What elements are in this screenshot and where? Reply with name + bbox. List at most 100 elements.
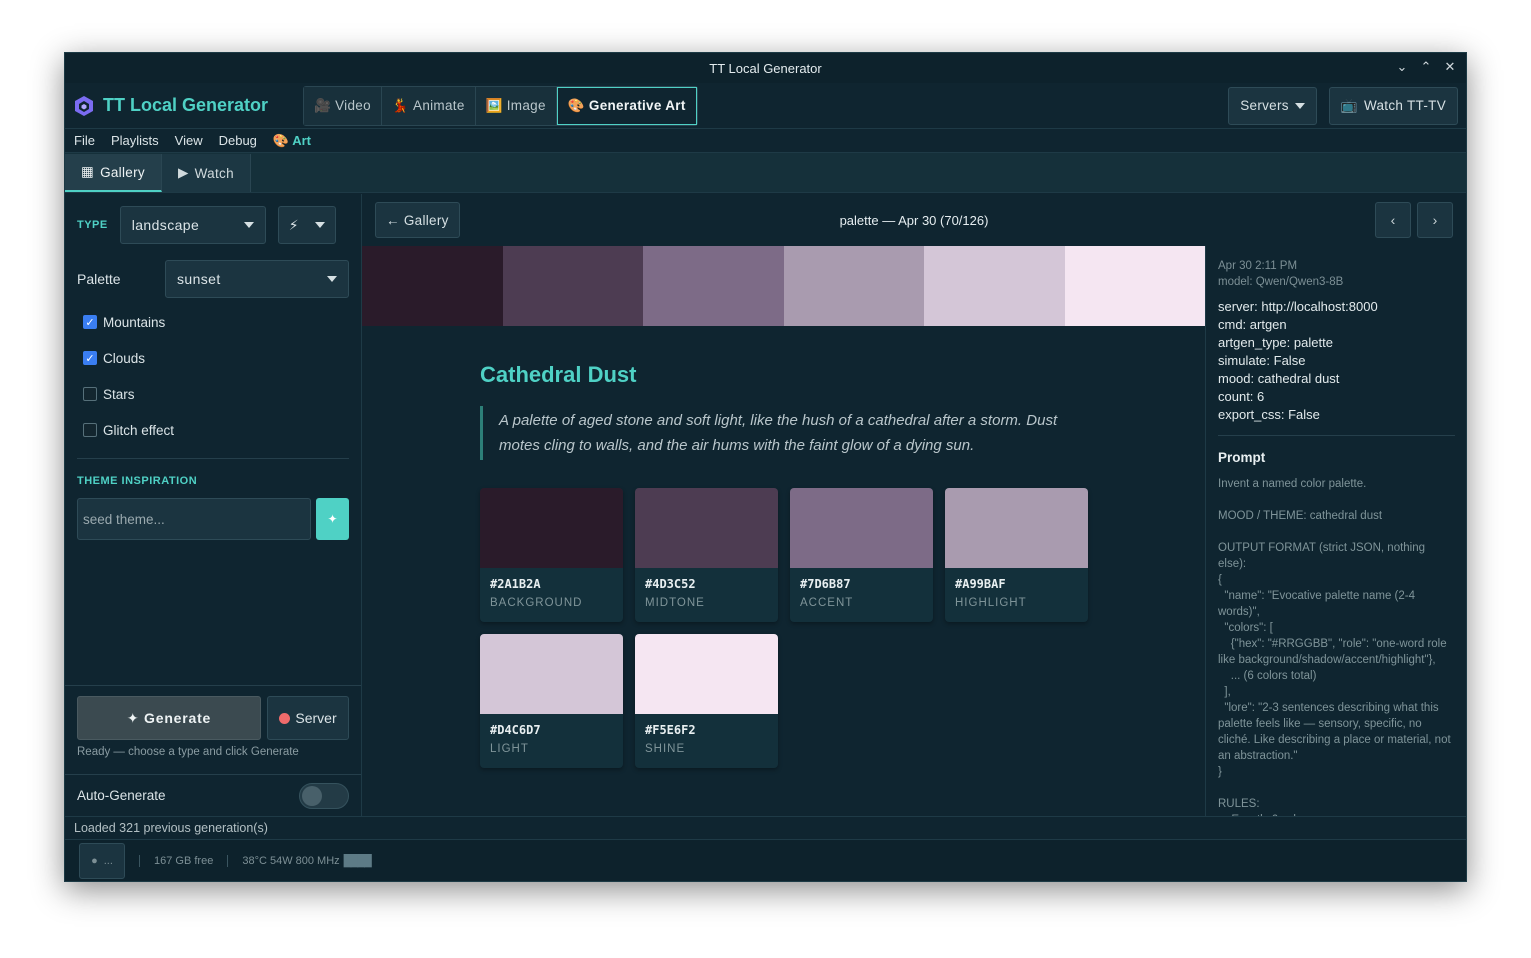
generated-date: Apr 30 2:11 PM	[1218, 260, 1298, 272]
menu-debug[interactable]: Debug	[219, 133, 257, 148]
back-to-gallery-button[interactable]: ← Gallery	[375, 202, 460, 238]
color-card[interactable]: #A99BAF HIGHLIGHT	[945, 488, 1088, 622]
info-panel: Apr 30 2:11 PM model: Qwen/Qwen3-8B serv…	[1205, 246, 1466, 816]
type-select[interactable]: landscape	[119, 206, 266, 244]
color-role: BACKGROUND	[490, 597, 583, 609]
color-cards: #2A1B2A BACKGROUND #4D3C52 MIDTONE #7D6B87 AC…	[480, 488, 1100, 768]
checkbox-empty-icon	[83, 423, 97, 437]
strip-swatch	[643, 246, 784, 326]
palette-value: sunset	[177, 271, 221, 287]
menu-art[interactable]: 🎨 Art	[273, 133, 311, 149]
window-title: TT Local Generator	[709, 60, 822, 76]
system-bar: ●... 167 GB free 38°C 54W 800 MHz ████	[65, 840, 1466, 881]
color-role: SHINE	[645, 743, 686, 755]
minimize-icon[interactable]: ⌄	[1394, 59, 1410, 75]
status-bar: Loaded 321 previous generation(s)	[65, 816, 1466, 840]
lightning-icon: ⚡	[288, 216, 299, 233]
prompt-text: Invent a named color palette. MOOD / THE…	[1218, 478, 1451, 816]
type-value: landscape	[131, 217, 200, 233]
auto-generate-label: Auto-Generate	[77, 788, 166, 803]
generate-button[interactable]: ✦ Generate	[77, 696, 261, 740]
param-line: count: 6	[1218, 389, 1265, 404]
color-swatch	[480, 488, 623, 568]
app-header: TT Local Generator 🎥 Video 💃 Animate 🖼️ Ima…	[65, 83, 1466, 129]
palette-label: Palette	[77, 271, 121, 287]
header-actions: Servers 📺 Watch TT-TV	[1228, 86, 1458, 125]
tab-animate[interactable]: 💃 Animate	[381, 86, 476, 125]
activity-indicator[interactable]: ●...	[79, 842, 125, 879]
type-row: TYPE landscape ⚡	[77, 206, 349, 244]
prev-button[interactable]: ‹	[1375, 202, 1411, 238]
color-card[interactable]: #D4C6D7 LIGHT	[480, 634, 623, 768]
hardware-stats: 38°C 54W 800 MHz	[242, 854, 340, 867]
quick-pick-button[interactable]: ⚡	[277, 206, 336, 244]
server-button[interactable]: Server	[267, 696, 349, 740]
toggle-knob	[302, 785, 322, 806]
watch-label: Watch TT-TV	[1363, 98, 1446, 113]
app-window: TT Local Generator ⌄ ⌃ ✕ TT Local Genera…	[64, 52, 1467, 882]
strip-swatch	[502, 246, 643, 326]
mountains-checkbox[interactable]: ✓ Mountains	[77, 304, 349, 340]
tab-image[interactable]: 🖼️ Image	[475, 86, 557, 125]
palette-icon: 🎨	[272, 132, 290, 148]
status-dot-icon: ●	[91, 854, 98, 867]
divider	[77, 458, 349, 459]
sparkle-icon[interactable]: ✦	[316, 498, 349, 540]
menu-bar: File Playlists View Debug 🎨 Art	[65, 129, 1466, 153]
sub-tabs: ▦ Gallery ▶ Watch	[65, 153, 1466, 193]
mode-tabs: 🎥 Video 💃 Animate 🖼️ Image 🎨 Generative Art	[303, 85, 698, 126]
tab-label: Video	[335, 98, 371, 113]
tab-gallery[interactable]: ▦ Gallery	[65, 154, 162, 192]
app-logo: TT Local Generator	[73, 95, 303, 117]
grid-icon: ▦	[81, 164, 95, 179]
servers-dropdown[interactable]: Servers	[1228, 86, 1317, 125]
divider	[1218, 435, 1455, 436]
generate-panel: ✦ Generate Server Ready — choose a type …	[65, 685, 361, 816]
tab-label: Animate	[413, 98, 465, 113]
auto-generate-toggle[interactable]	[299, 782, 349, 809]
separator	[227, 854, 229, 867]
tab-video[interactable]: 🎥 Video	[304, 86, 382, 125]
play-icon: ▶	[177, 165, 189, 180]
checkbox-label: Clouds	[103, 350, 146, 366]
server-label: Server	[295, 710, 337, 726]
color-swatch	[635, 634, 778, 714]
param-line: mood: cathedral dust	[1218, 371, 1340, 386]
color-card[interactable]: #2A1B2A BACKGROUND	[480, 488, 623, 622]
glitch-effect-checkbox[interactable]: Glitch effect	[77, 412, 349, 448]
params-list: server: http://localhost:8000 cmd: artgen…	[1218, 298, 1455, 424]
clouds-checkbox[interactable]: ✓ Clouds	[77, 340, 349, 376]
param-line: export_css: False	[1218, 407, 1320, 422]
checkbox-label: Stars	[103, 386, 135, 402]
palette-select[interactable]: sunset	[165, 260, 349, 298]
watch-tt-tv-button[interactable]: 📺 Watch TT-TV	[1328, 86, 1458, 125]
menu-playlists[interactable]: Playlists	[111, 133, 159, 148]
checkbox-label: Glitch effect	[103, 422, 175, 438]
maximize-icon[interactable]: ⌃	[1418, 59, 1434, 75]
tab-label: Gallery	[100, 164, 145, 180]
close-icon[interactable]: ✕	[1442, 59, 1458, 75]
palette-strip	[362, 246, 1205, 326]
tab-watch[interactable]: ▶ Watch	[161, 154, 251, 192]
tab-generative-art[interactable]: 🎨 Generative Art	[556, 86, 697, 125]
seed-theme-input[interactable]: seed theme...	[77, 498, 311, 540]
color-card[interactable]: #7D6B87 ACCENT	[790, 488, 933, 622]
menu-view[interactable]: View	[175, 133, 203, 148]
color-hex: #2A1B2A	[490, 577, 541, 591]
strip-swatch	[783, 246, 924, 326]
model-name: model: Qwen/Qwen3-8B	[1218, 276, 1344, 288]
strip-swatch	[924, 246, 1065, 326]
menu-file[interactable]: File	[74, 133, 95, 148]
stars-checkbox[interactable]: Stars	[77, 376, 349, 412]
usage-bar: ████	[343, 854, 372, 867]
color-card[interactable]: #4D3C52 MIDTONE	[635, 488, 778, 622]
app-name: TT Local Generator	[103, 95, 269, 115]
palette-icon: 🎨	[567, 97, 585, 113]
next-button[interactable]: ›	[1417, 202, 1453, 238]
content-panel: ← Gallery palette — Apr 30 (70/126) ‹ › …	[362, 194, 1466, 816]
item-title: palette — Apr 30 (70/126)	[839, 212, 989, 228]
param-line: artgen_type: palette	[1218, 335, 1333, 350]
checkmark-icon: ✓	[83, 351, 97, 365]
color-card[interactable]: #F5E6F2 SHINE	[635, 634, 778, 768]
color-role: ACCENT	[800, 597, 854, 609]
